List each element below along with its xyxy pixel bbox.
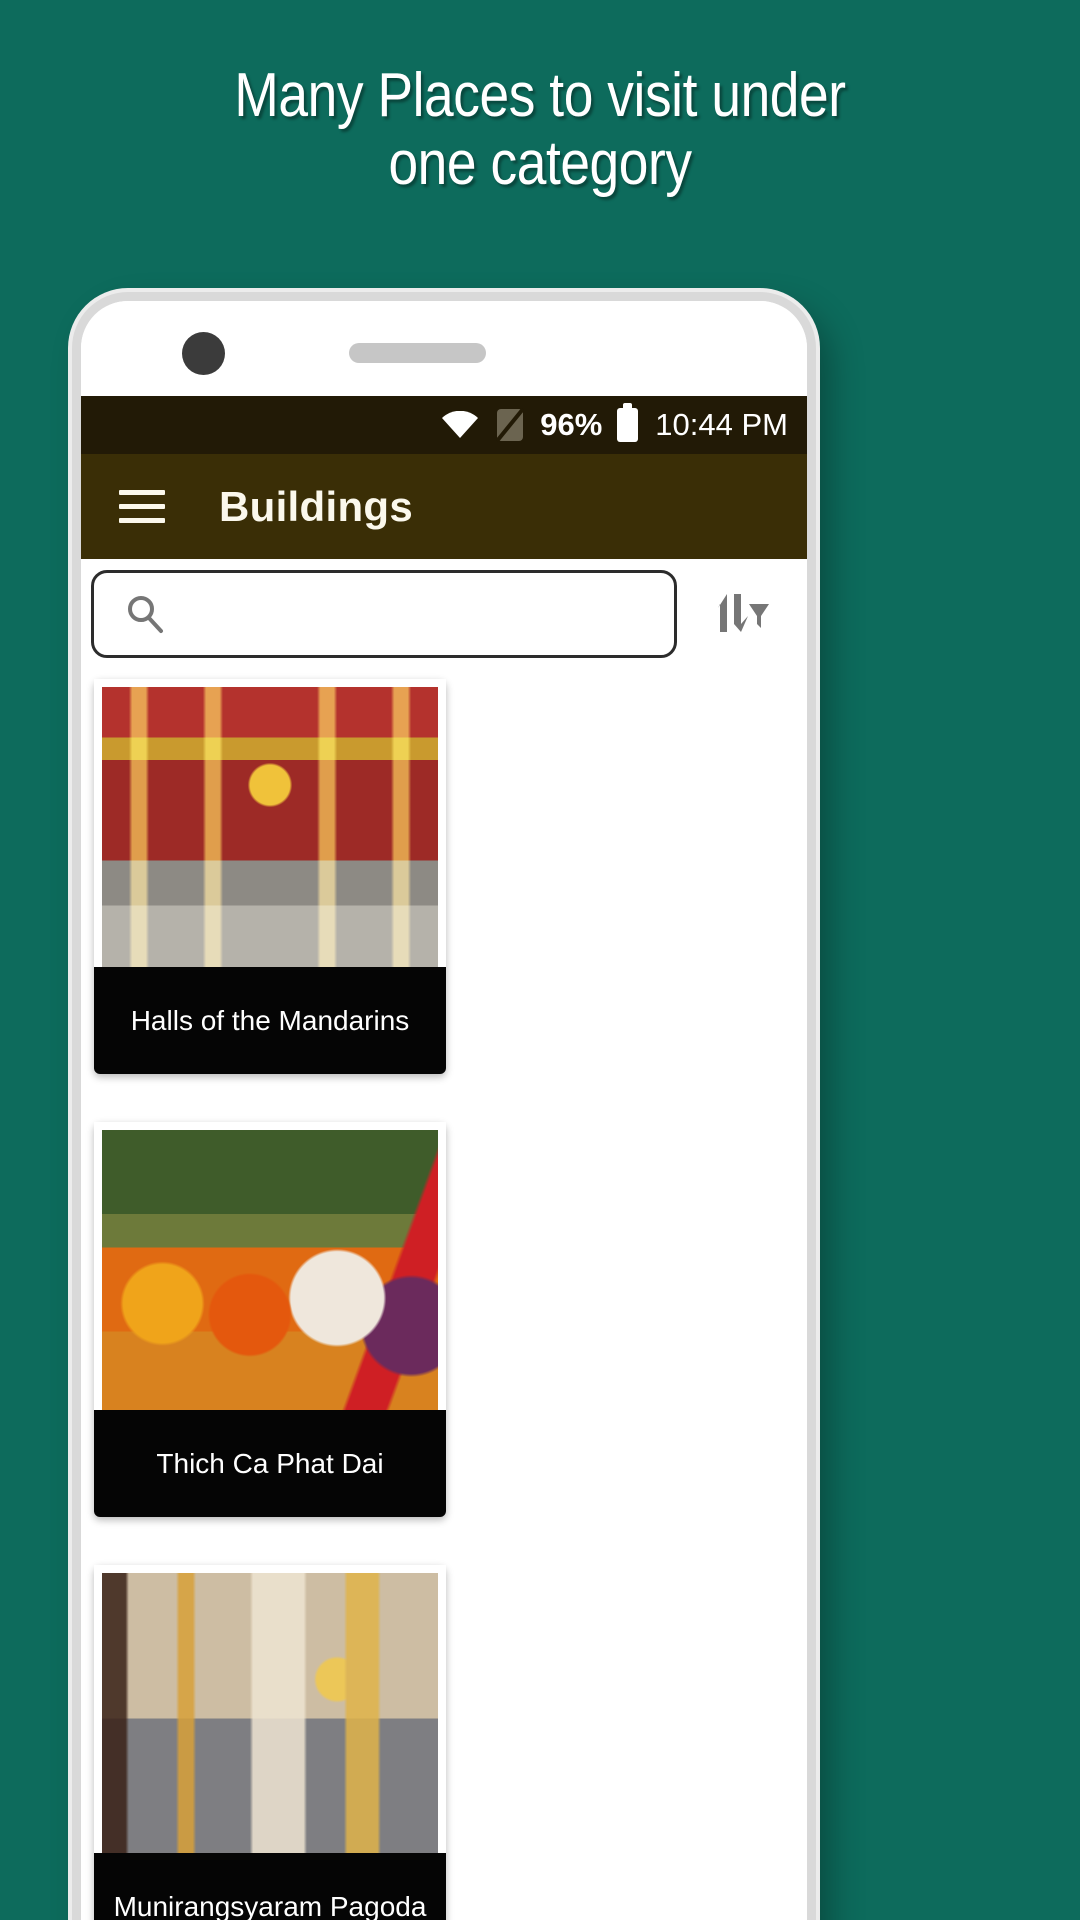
place-image	[94, 679, 446, 967]
sim-off-icon	[495, 407, 525, 443]
places-grid: Halls of the Mandarins Thich Ca Phat Dai…	[81, 669, 807, 1920]
android-status-bar: 96% 10:44 PM	[81, 396, 807, 454]
place-title: Munirangsyaram Pagoda	[94, 1853, 446, 1920]
sort-filter-icon	[708, 586, 770, 643]
place-image	[94, 1565, 446, 1853]
hamburger-menu-icon[interactable]	[119, 490, 165, 523]
phone-top-bezel	[81, 301, 807, 396]
place-image	[94, 1122, 446, 1410]
earpiece-speaker	[349, 343, 486, 363]
app-bar-title: Buildings	[219, 482, 414, 530]
search-input[interactable]	[166, 598, 674, 630]
phone-mockup: 96% 10:44 PM Buildings Halls of the Mand…	[72, 292, 816, 1920]
place-card[interactable]: Halls of the Mandarins	[94, 679, 446, 1074]
search-box[interactable]	[91, 570, 677, 658]
place-card[interactable]: Munirangsyaram Pagoda	[94, 1565, 446, 1920]
front-camera-icon	[182, 332, 225, 375]
sort-filter-button[interactable]	[687, 570, 791, 658]
battery-percent-label: 96%	[540, 407, 603, 442]
search-icon	[124, 593, 166, 635]
search-row	[81, 559, 807, 669]
battery-icon	[617, 403, 639, 442]
app-bar: Buildings	[81, 454, 807, 559]
place-title: Thich Ca Phat Dai	[94, 1410, 446, 1517]
place-card[interactable]: Thich Ca Phat Dai	[94, 1122, 446, 1517]
place-title: Halls of the Mandarins	[94, 967, 446, 1074]
wifi-icon	[440, 411, 480, 439]
page-title: Many Places to visit under one category	[234, 61, 846, 199]
status-clock: 10:44 PM	[655, 407, 788, 442]
